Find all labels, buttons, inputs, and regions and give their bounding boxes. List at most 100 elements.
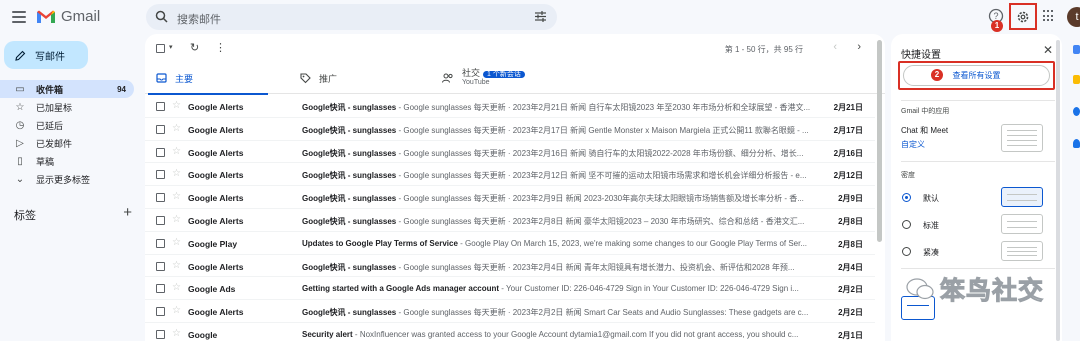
email-date: 2月12日	[833, 171, 863, 181]
star-icon[interactable]: ☆	[172, 146, 181, 157]
star-icon[interactable]: ☆	[172, 100, 181, 111]
email-snippet: - Google sunglasses 每天更新 · 2023年2月17日 新闻…	[396, 125, 809, 135]
add-label-icon[interactable]: +	[123, 204, 132, 221]
email-row[interactable]: ☆ Google Alerts Google快讯 - sunglasses - …	[145, 95, 875, 118]
density-compact-label: 紧凑	[923, 248, 939, 257]
density-compact-preview[interactable]	[1001, 241, 1043, 261]
star-icon[interactable]: ☆	[172, 237, 181, 248]
search-options-icon[interactable]	[534, 10, 547, 23]
sidebar-item-starred[interactable]: ☆ 已加星标	[0, 98, 138, 116]
star-icon[interactable]: ☆	[172, 123, 181, 134]
list-scrollbar[interactable]	[876, 34, 884, 341]
email-subject: Google快讯 - sunglasses	[302, 171, 397, 181]
keep-icon[interactable]	[1073, 75, 1080, 84]
email-subject: Google快讯 - sunglasses	[302, 262, 397, 272]
gear-icon[interactable]	[1016, 10, 1030, 24]
email-row[interactable]: ☆ Google Ads Getting started with a Goog…	[145, 277, 875, 301]
email-date: 2月9日	[838, 194, 863, 204]
email-subject: Google快讯 - sunglasses	[302, 194, 397, 204]
star-icon[interactable]: ☆	[172, 260, 181, 271]
email-snippet: - Google sunglasses 每天更新 · 2023年2月21日 新闻…	[396, 103, 811, 112]
contacts-icon[interactable]	[1073, 139, 1080, 148]
row-checkbox[interactable]	[156, 124, 165, 134]
main-menu-icon[interactable]	[10, 8, 28, 26]
gmail-logo[interactable]: Gmail	[36, 8, 100, 25]
help-button[interactable]: ? 1	[988, 8, 1004, 32]
row-checkbox[interactable]	[156, 193, 165, 203]
sidebar-item-label: 已发邮件	[36, 138, 73, 149]
refresh-icon[interactable]: ↻	[190, 41, 199, 54]
sidebar-item-more[interactable]: ⌄ 显示更多标签	[0, 170, 138, 188]
more-options-icon[interactable]: ⋮	[215, 41, 226, 54]
row-checkbox[interactable]	[156, 329, 165, 339]
select-all-checkbox[interactable]	[156, 44, 165, 53]
search-bar[interactable]: 搜索邮件	[146, 4, 557, 30]
clock-icon: ◷	[15, 119, 25, 131]
email-subject: Getting started with a Google Ads manage…	[302, 284, 500, 294]
calendar-icon[interactable]	[1073, 45, 1080, 54]
account-avatar[interactable]: t	[1067, 7, 1080, 27]
row-checkbox[interactable]	[156, 284, 165, 294]
email-content: Google快讯 - sunglasses - Google sunglasse…	[302, 125, 812, 136]
close-icon[interactable]: ✕	[1043, 43, 1053, 57]
select-dropdown-icon[interactable]: ▾	[169, 43, 173, 51]
sidebar-item-snoozed[interactable]: ◷ 已延后	[0, 116, 138, 134]
row-checkbox[interactable]	[156, 147, 165, 157]
email-snippet: - Google sunglasses 每天更新 · 2023年2月8日 新闻 …	[396, 216, 805, 226]
tab-promotions[interactable]: 推广	[300, 62, 337, 94]
tag-icon	[300, 72, 311, 83]
settings-button[interactable]	[1009, 3, 1037, 30]
row-checkbox[interactable]	[156, 102, 165, 111]
density-default-preview[interactable]	[1001, 187, 1043, 207]
star-icon[interactable]: ☆	[172, 214, 181, 225]
watermark: 笨鸟社交	[906, 270, 1076, 308]
sidebar-item-inbox[interactable]: ▭ 收件箱 94	[0, 80, 134, 98]
email-date: 2月8日	[838, 239, 863, 249]
star-icon[interactable]: ☆	[172, 305, 181, 316]
density-default-radio[interactable]	[902, 193, 911, 202]
labels-heading: 标签 +	[14, 204, 132, 223]
see-all-settings-button[interactable]: 查看所有设置	[903, 65, 1050, 86]
search-placeholder[interactable]: 搜索邮件	[177, 11, 221, 27]
row-checkbox[interactable]	[156, 170, 165, 180]
email-row[interactable]: ☆ Google Security alert - NoxInfluencer …	[145, 323, 875, 341]
row-checkbox[interactable]	[156, 261, 165, 271]
email-row[interactable]: ☆ Google Play Updates to Google Play Ter…	[145, 232, 875, 255]
google-apps-icon[interactable]	[1043, 10, 1055, 22]
row-checkbox[interactable]	[156, 238, 165, 248]
email-row[interactable]: ☆ Google Alerts Google快讯 - sunglasses - …	[145, 118, 875, 141]
compose-button[interactable]: 写邮件	[4, 41, 88, 69]
pencil-icon	[15, 50, 26, 61]
star-icon[interactable]: ☆	[172, 328, 181, 339]
previous-page-icon[interactable]: ‹	[833, 41, 837, 53]
sidebar-item-drafts[interactable]: ▯ 草稿	[0, 152, 138, 170]
density-comfortable-preview[interactable]	[1001, 214, 1043, 234]
apps-section-heading: Gmail 中的应用	[901, 108, 950, 115]
email-content: Google快讯 - sunglasses - Google sunglasse…	[302, 148, 812, 159]
email-content: Google快讯 - sunglasses - Google sunglasse…	[302, 193, 812, 204]
sidebar-item-sent[interactable]: ▷ 已发邮件	[0, 134, 138, 152]
row-checkbox[interactable]	[156, 215, 165, 225]
tasks-icon[interactable]	[1073, 107, 1080, 116]
tab-social[interactable]: 社交 1 个新会话 YouTube	[442, 62, 525, 94]
tab-primary[interactable]: 主要	[147, 62, 269, 95]
density-compact-radio[interactable]	[902, 247, 911, 256]
row-checkbox[interactable]	[156, 307, 165, 317]
list-scrollbar-thumb[interactable]	[877, 40, 882, 242]
email-row[interactable]: ☆ Google Alerts Google快讯 - sunglasses - …	[145, 300, 875, 323]
email-row[interactable]: ☆ Google Alerts Google快讯 - sunglasses - …	[145, 186, 875, 209]
email-row[interactable]: ☆ Google Alerts Google快讯 - sunglasses - …	[145, 255, 875, 278]
search-icon[interactable]	[155, 10, 168, 23]
star-icon[interactable]: ☆	[172, 282, 181, 293]
star-icon[interactable]: ☆	[172, 168, 181, 179]
email-sender: Google Alerts	[188, 193, 244, 204]
next-page-icon[interactable]: ›	[857, 41, 861, 53]
email-row[interactable]: ☆ Google Alerts Google快讯 - sunglasses - …	[145, 163, 875, 187]
labels-heading-text: 标签	[14, 210, 36, 222]
star-icon[interactable]: ☆	[172, 191, 181, 202]
email-row[interactable]: ☆ Google Alerts Google快讯 - sunglasses - …	[145, 209, 875, 232]
send-icon: ▷	[16, 137, 24, 149]
density-comfortable-radio[interactable]	[902, 220, 911, 229]
email-row[interactable]: ☆ Google Alerts Google快讯 - sunglasses - …	[145, 141, 875, 164]
customize-link[interactable]: 自定义	[901, 139, 925, 150]
